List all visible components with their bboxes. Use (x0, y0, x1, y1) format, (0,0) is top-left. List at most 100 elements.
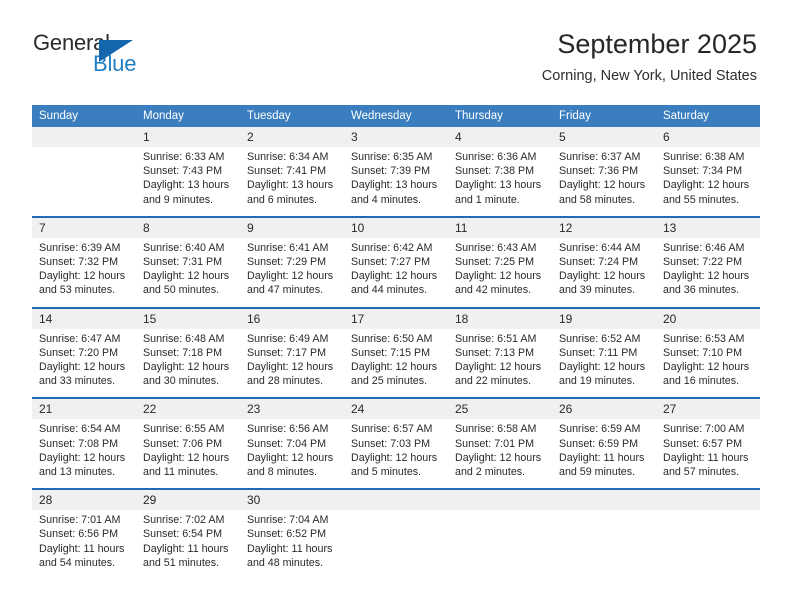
day-detail-cell: Sunrise: 6:49 AM Sunset: 7:17 PM Daylight:… (240, 328, 344, 399)
weekday-header-wednesday: Wednesday (344, 105, 448, 127)
day-number-cell[interactable]: 23 (240, 397, 344, 420)
day-number-cell[interactable]: 30 (240, 488, 344, 511)
daylight-text-line2: and 30 minutes. (143, 375, 220, 388)
sunset-text: Sunset: 7:03 PM (351, 437, 431, 450)
day-number-cell[interactable]: 25 (448, 397, 552, 420)
sunset-text: Sunset: 7:18 PM (143, 346, 223, 359)
week-day-number-row: 123456 (32, 127, 760, 147)
day-number-cell[interactable]: 18 (448, 306, 552, 329)
day-detail-cell: Sunrise: 6:57 AM Sunset: 7:03 PM Daylight:… (344, 419, 448, 490)
day-number-cell[interactable]: 2 (240, 127, 344, 147)
day-number-cell[interactable]: 11 (448, 215, 552, 238)
sunrise-text: Sunrise: 6:37 AM (559, 151, 641, 163)
daylight-text-line1: Daylight: 12 hours (351, 451, 438, 464)
day-detail-cell: Sunrise: 6:47 AM Sunset: 7:20 PM Daylight:… (32, 328, 136, 399)
daylight-text-line1: Daylight: 11 hours (663, 451, 749, 464)
day-number-cell[interactable]: 21 (32, 397, 136, 420)
sunset-text: Sunset: 7:10 PM (663, 346, 743, 359)
day-number-cell[interactable]: 26 (552, 397, 656, 420)
daylight-text-line2: and 54 minutes. (39, 556, 116, 569)
week-day-number-row: 7 8 9 10 11 12 13 (32, 215, 760, 238)
day-detail-cell: Sunrise: 6:36 AM Sunset: 7:38 PM Daylight:… (448, 147, 552, 217)
day-number-cell[interactable]: 3 (344, 127, 448, 147)
empty-day-number-cell (552, 488, 656, 511)
sunrise-text: Sunrise: 6:47 AM (39, 332, 121, 345)
logo-triangle-icon (99, 40, 133, 62)
daylight-text-line1: Daylight: 11 hours (39, 542, 125, 555)
daylight-text-line2: and 39 minutes. (559, 284, 636, 297)
daylight-text-line2: and 48 minutes. (247, 556, 324, 569)
empty-day-number-cell (344, 488, 448, 511)
sunrise-text: Sunrise: 6:49 AM (247, 332, 329, 345)
sunset-text: Sunset: 7:04 PM (247, 437, 327, 450)
sunrise-text: Sunrise: 6:43 AM (455, 241, 537, 254)
day-number-cell[interactable]: 13 (656, 215, 760, 238)
sunset-text: Sunset: 7:31 PM (143, 256, 223, 269)
day-number-cell[interactable]: 22 (136, 397, 240, 420)
day-number-cell[interactable]: 14 (32, 306, 136, 329)
daylight-text-line2: and 9 minutes. (143, 193, 214, 206)
sunrise-text: Sunrise: 6:40 AM (143, 241, 225, 254)
day-number-cell[interactable]: 28 (32, 488, 136, 511)
sunset-text: Sunset: 7:11 PM (559, 346, 638, 359)
day-number-cell[interactable]: 5 (552, 127, 656, 147)
daylight-text-line2: and 25 minutes. (351, 375, 428, 388)
page-subtitle-location: Corning, New York, United States (541, 68, 757, 84)
sunrise-text: Sunrise: 6:57 AM (351, 423, 433, 436)
sunset-text: Sunset: 7:15 PM (351, 346, 431, 359)
day-number-cell[interactable]: 19 (552, 306, 656, 329)
sunrise-text: Sunrise: 6:50 AM (351, 332, 433, 345)
day-detail-cell: Sunrise: 6:51 AM Sunset: 7:13 PM Daylight:… (448, 328, 552, 399)
daylight-text-line1: Daylight: 13 hours (143, 179, 230, 192)
day-number-cell[interactable]: 4 (448, 127, 552, 147)
day-number-cell[interactable]: 17 (344, 306, 448, 329)
day-number-cell[interactable]: 1 (136, 127, 240, 147)
page-header: General Blue September 2025 Corning, New… (0, 0, 792, 84)
day-number-cell[interactable]: 27 (656, 397, 760, 420)
daylight-text-line1: Daylight: 12 hours (455, 270, 542, 283)
day-number-cell[interactable]: 9 (240, 215, 344, 238)
sunset-text: Sunset: 7:08 PM (39, 437, 119, 450)
week-detail-row: Sunrise: 6:39 AM Sunset: 7:32 PM Daylight:… (32, 237, 760, 308)
day-number-cell[interactable]: 12 (552, 215, 656, 238)
sunset-text: Sunset: 6:59 PM (559, 437, 639, 450)
day-detail-cell: Sunrise: 6:41 AM Sunset: 7:29 PM Daylight:… (240, 237, 344, 308)
sunrise-text: Sunrise: 6:46 AM (663, 241, 745, 254)
day-number-cell[interactable]: 20 (656, 306, 760, 329)
calendar-table-wrapper: Sunday Monday Tuesday Wednesday Thursday… (32, 105, 760, 580)
sunset-text: Sunset: 7:27 PM (351, 256, 431, 269)
sunset-text: Sunset: 7:43 PM (143, 165, 223, 178)
day-number-cell[interactable]: 15 (136, 306, 240, 329)
day-number-cell[interactable]: 10 (344, 215, 448, 238)
sunset-text: Sunset: 7:41 PM (247, 165, 327, 178)
daylight-text-line1: Daylight: 12 hours (143, 361, 230, 374)
daylight-text-line2: and 16 minutes. (663, 375, 740, 388)
day-detail-cell: Sunrise: 6:33 AM Sunset: 7:43 PM Daylight:… (136, 147, 240, 217)
sunrise-text: Sunrise: 6:53 AM (663, 332, 745, 345)
weekday-header-friday: Friday (552, 105, 656, 127)
day-detail-cell: Sunrise: 6:40 AM Sunset: 7:31 PM Daylight:… (136, 237, 240, 308)
sunrise-text: Sunrise: 6:39 AM (39, 241, 121, 254)
sunrise-text: Sunrise: 7:00 AM (663, 423, 745, 436)
week-detail-row: Sunrise: 6:33 AM Sunset: 7:43 PM Daylight:… (32, 147, 760, 217)
day-number-cell[interactable]: 29 (136, 488, 240, 511)
day-detail-cell: Sunrise: 6:46 AM Sunset: 7:22 PM Daylight:… (656, 237, 760, 308)
day-number-cell[interactable]: 24 (344, 397, 448, 420)
day-detail-cell: Sunrise: 6:59 AM Sunset: 6:59 PM Daylight:… (552, 419, 656, 490)
day-detail-cell: Sunrise: 6:42 AM Sunset: 7:27 PM Daylight:… (344, 237, 448, 308)
day-number-cell[interactable]: 16 (240, 306, 344, 329)
sunset-text: Sunset: 7:17 PM (247, 346, 327, 359)
sunrise-text: Sunrise: 6:34 AM (247, 151, 329, 163)
empty-day-number-cell (656, 488, 760, 511)
sunrise-text: Sunrise: 6:41 AM (247, 241, 329, 254)
daylight-text-line1: Daylight: 12 hours (663, 179, 750, 192)
day-number-cell[interactable]: 7 (32, 215, 136, 238)
daylight-text-line2: and 50 minutes. (143, 284, 220, 297)
daylight-text-line2: and 36 minutes. (663, 284, 740, 297)
daylight-text-line1: Daylight: 12 hours (247, 451, 334, 464)
general-blue-logo[interactable]: General Blue (33, 32, 213, 82)
day-number-cell[interactable]: 8 (136, 215, 240, 238)
daylight-text-line1: Daylight: 12 hours (143, 270, 230, 283)
day-detail-cell: Sunrise: 7:02 AM Sunset: 6:54 PM Daylight:… (136, 510, 240, 580)
day-number-cell[interactable]: 6 (656, 127, 760, 147)
